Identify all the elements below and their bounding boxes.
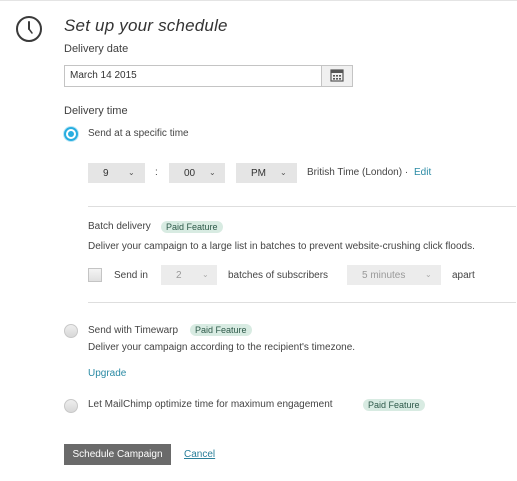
ampm-value: PM bbox=[251, 168, 266, 179]
schedule-campaign-button[interactable]: Schedule Campaign bbox=[64, 444, 171, 465]
paid-feature-badge: Paid Feature bbox=[190, 324, 252, 336]
hour-value: 9 bbox=[103, 168, 109, 179]
edit-timezone-link[interactable]: Edit bbox=[414, 167, 431, 178]
cancel-link[interactable]: Cancel bbox=[184, 449, 215, 460]
chevron-down-icon: ⌄ bbox=[128, 168, 135, 177]
delivery-date-label: Delivery date bbox=[64, 43, 129, 55]
top-divider bbox=[0, 0, 517, 1]
upgrade-link[interactable]: Upgrade bbox=[88, 368, 126, 379]
batch-interval-value: 5 minutes bbox=[362, 270, 406, 281]
batch-interval-select[interactable]: 5 minutes ⌄ bbox=[347, 265, 441, 285]
delivery-date-field[interactable]: March 14 2015 bbox=[64, 65, 353, 87]
batch-delivery-title: Batch delivery bbox=[88, 221, 151, 232]
minute-value: 00 bbox=[184, 168, 196, 179]
delivery-date-value: March 14 2015 bbox=[70, 70, 137, 81]
batches-text: batches of subscribers bbox=[228, 270, 329, 281]
time-separator: : bbox=[155, 167, 158, 178]
radio-timewarp[interactable] bbox=[64, 324, 78, 338]
batch-count-value: 2 bbox=[176, 270, 182, 281]
clock-icon bbox=[16, 16, 42, 42]
radio-specific-time[interactable] bbox=[64, 127, 78, 141]
divider bbox=[88, 302, 516, 303]
calendar-button[interactable] bbox=[321, 66, 352, 86]
timewarp-label: Send with Timewarp bbox=[88, 325, 179, 336]
chevron-down-icon: ⌄ bbox=[202, 270, 209, 279]
batch-delivery-description: Deliver your campaign to a large list in… bbox=[88, 241, 475, 252]
chevron-down-icon: ⌄ bbox=[209, 168, 216, 177]
chevron-down-icon: ⌄ bbox=[280, 168, 287, 177]
optimize-label: Let MailChimp optimize time for maximum … bbox=[88, 399, 333, 410]
paid-feature-badge: Paid Feature bbox=[363, 399, 425, 411]
calendar-icon bbox=[330, 69, 344, 82]
chevron-down-icon: ⌄ bbox=[425, 270, 432, 279]
specific-time-label: Send at a specific time bbox=[88, 128, 189, 139]
batch-count-select[interactable]: 2 ⌄ bbox=[161, 265, 217, 285]
batch-checkbox[interactable] bbox=[88, 268, 102, 282]
hour-select[interactable]: 9 ⌄ bbox=[88, 163, 145, 183]
timewarp-description: Deliver your campaign according to the r… bbox=[88, 342, 356, 353]
delivery-time-label: Delivery time bbox=[64, 105, 128, 117]
apart-text: apart bbox=[452, 270, 475, 281]
ampm-select[interactable]: PM ⌄ bbox=[236, 163, 297, 183]
minute-select[interactable]: 00 ⌄ bbox=[169, 163, 225, 183]
timezone-text: British Time (London) · bbox=[307, 167, 409, 178]
divider bbox=[88, 206, 516, 207]
paid-feature-badge: Paid Feature bbox=[161, 221, 223, 233]
send-in-label: Send in bbox=[114, 270, 148, 281]
page-title: Set up your schedule bbox=[64, 16, 228, 35]
radio-optimize[interactable] bbox=[64, 399, 78, 413]
